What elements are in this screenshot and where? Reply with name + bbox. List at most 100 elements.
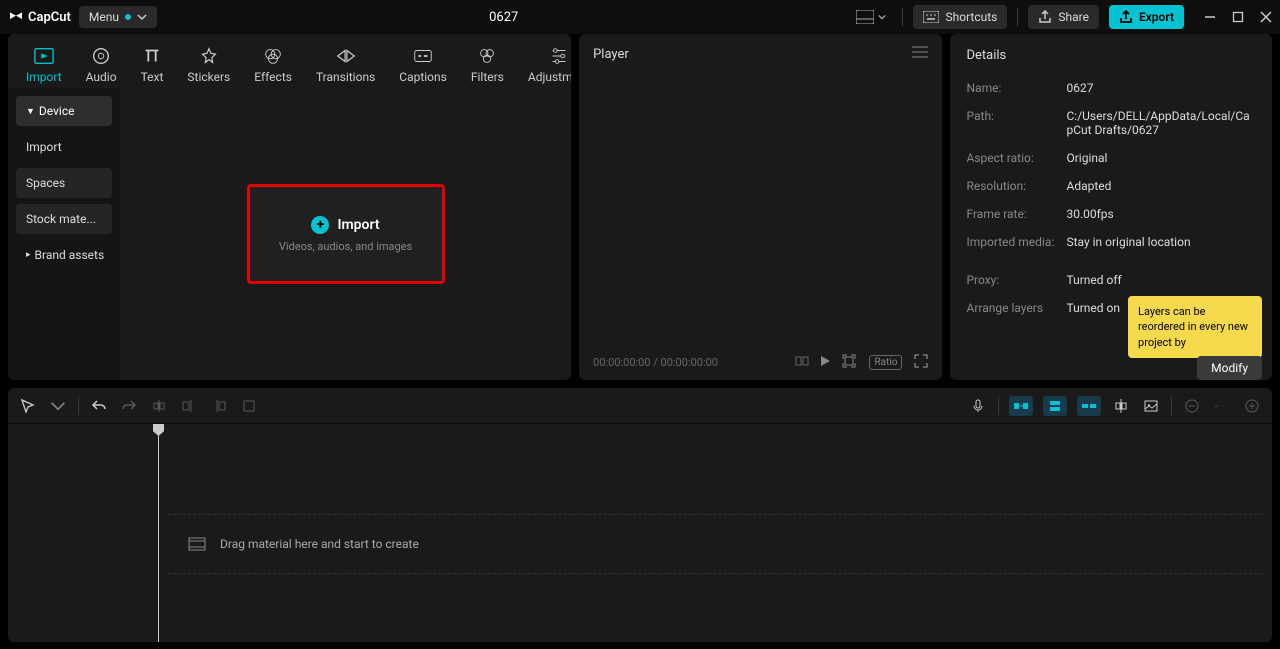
film-icon bbox=[188, 537, 206, 551]
import-area: + Import Videos, audios, and images bbox=[120, 88, 571, 380]
effects-icon bbox=[262, 46, 284, 66]
modify-button[interactable]: Modify bbox=[1197, 356, 1262, 380]
detail-row-name: Name:0627 bbox=[966, 81, 1256, 95]
import-label-row: + Import bbox=[311, 216, 379, 234]
player-controls: 00:00:00:00 / 00:00:00:00 Ratio bbox=[579, 345, 942, 380]
sidebar-item-spaces[interactable]: Spaces bbox=[16, 168, 112, 198]
detail-row-resolution: Resolution:Adapted bbox=[966, 179, 1256, 193]
pointer-dropdown[interactable] bbox=[48, 396, 68, 416]
linkage-button[interactable] bbox=[1077, 396, 1101, 416]
project-title: 0627 bbox=[165, 10, 842, 25]
undo-button[interactable] bbox=[89, 396, 109, 416]
sidebar-item-import[interactable]: Import bbox=[16, 132, 112, 162]
detail-row-imported: Imported media:Stay in original location bbox=[966, 235, 1256, 249]
layout-button[interactable] bbox=[850, 6, 892, 28]
split-button[interactable] bbox=[149, 396, 169, 416]
layers-tooltip: Layers can be reordered in every new pro… bbox=[1128, 296, 1262, 358]
delete-left-button[interactable] bbox=[179, 396, 199, 416]
chevron-down-icon bbox=[878, 13, 886, 21]
tab-audio[interactable]: Audio bbox=[78, 42, 125, 88]
media-sidebar: ▼Device Import Spaces Stock mate... ▸Bra… bbox=[8, 88, 120, 380]
titlebar: CapCut Menu 0627 Shortcuts Share Export bbox=[0, 0, 1280, 34]
capcut-icon bbox=[8, 9, 24, 25]
plus-icon: + bbox=[311, 216, 329, 234]
sidebar-item-brand[interactable]: ▸Brand assets bbox=[16, 240, 112, 270]
export-button[interactable]: Export bbox=[1109, 5, 1184, 29]
detail-row-proxy: Proxy:Turned off bbox=[966, 273, 1256, 287]
import-icon bbox=[33, 46, 55, 66]
adjustment-icon bbox=[548, 46, 570, 66]
tab-stickers[interactable]: Stickers bbox=[179, 42, 238, 88]
menu-indicator-dot bbox=[125, 14, 131, 20]
export-icon bbox=[1119, 10, 1133, 24]
compare-button[interactable] bbox=[795, 354, 809, 371]
empty-track[interactable]: Drag material here and start to create bbox=[168, 514, 1262, 574]
player-panel: Player 00:00:00:00 / 00:00:00:00 Ratio bbox=[579, 34, 942, 380]
magnet-track-button[interactable] bbox=[1043, 396, 1067, 416]
zoom-out-button[interactable] bbox=[1182, 396, 1202, 416]
divider bbox=[1017, 8, 1018, 26]
detail-row-path: Path:C:/Users/DELL/AppData/Local/CapCut … bbox=[966, 109, 1256, 137]
crop-button[interactable] bbox=[239, 396, 259, 416]
detail-row-framerate: Frame rate:30.00fps bbox=[966, 207, 1256, 221]
voiceover-button[interactable] bbox=[968, 396, 988, 416]
zoom-in-button[interactable] bbox=[1242, 396, 1262, 416]
logo-text: CapCut bbox=[28, 10, 71, 25]
tab-effects[interactable]: Effects bbox=[246, 42, 300, 88]
fullscreen-button[interactable] bbox=[914, 354, 928, 371]
shortcuts-button[interactable]: Shortcuts bbox=[913, 5, 1007, 29]
divider bbox=[998, 397, 999, 415]
import-dropzone[interactable]: + Import Videos, audios, and images bbox=[247, 184, 445, 284]
zoom-slider[interactable] bbox=[1212, 396, 1232, 416]
import-subtext: Videos, audios, and images bbox=[279, 240, 412, 253]
tab-transitions[interactable]: Transitions bbox=[308, 42, 383, 88]
cover-button[interactable] bbox=[1141, 396, 1161, 416]
toolbar-right bbox=[968, 396, 1262, 416]
player-right-icons: Ratio bbox=[841, 353, 928, 372]
time-display: 00:00:00:00 / 00:00:00:00 bbox=[593, 356, 785, 369]
play-button[interactable] bbox=[819, 355, 831, 370]
preview-axis-button[interactable] bbox=[1111, 396, 1131, 416]
player-menu-button[interactable] bbox=[912, 46, 928, 62]
workspace: Import Audio Text Stickers Effects Trans… bbox=[0, 34, 1280, 380]
playhead[interactable] bbox=[158, 424, 159, 642]
window-controls bbox=[1204, 11, 1272, 23]
divider bbox=[1171, 397, 1172, 415]
captions-icon bbox=[412, 46, 434, 66]
keyboard-icon bbox=[923, 11, 939, 23]
tab-label: Audio bbox=[86, 70, 117, 84]
tab-label: Import bbox=[26, 70, 62, 84]
drag-hint: Drag material here and start to create bbox=[168, 537, 1262, 551]
timeline-tracks[interactable]: Drag material here and start to create bbox=[8, 424, 1272, 642]
share-icon bbox=[1038, 10, 1052, 24]
tab-label: Captions bbox=[399, 70, 447, 84]
minimize-button[interactable] bbox=[1204, 11, 1216, 23]
filters-icon bbox=[476, 46, 498, 66]
shortcuts-label: Shortcuts bbox=[945, 10, 997, 24]
menu-button[interactable]: Menu bbox=[79, 6, 157, 28]
delete-right-button[interactable] bbox=[209, 396, 229, 416]
timeline-panel: Drag material here and start to create bbox=[8, 388, 1272, 642]
tab-import[interactable]: Import bbox=[18, 42, 70, 88]
chevron-down-icon bbox=[137, 12, 147, 22]
media-body: ▼Device Import Spaces Stock mate... ▸Bra… bbox=[8, 88, 571, 380]
tab-filters[interactable]: Filters bbox=[463, 42, 512, 88]
text-icon bbox=[141, 46, 163, 66]
magnet-main-button[interactable] bbox=[1009, 396, 1033, 416]
close-button[interactable] bbox=[1260, 11, 1272, 23]
scale-button[interactable] bbox=[841, 353, 857, 372]
tab-label: Effects bbox=[254, 70, 292, 84]
pointer-tool[interactable] bbox=[18, 396, 38, 416]
maximize-button[interactable] bbox=[1232, 11, 1244, 23]
player-viewport[interactable] bbox=[579, 74, 942, 345]
sidebar-item-device[interactable]: ▼Device bbox=[16, 96, 112, 126]
export-label: Export bbox=[1139, 10, 1174, 24]
sidebar-item-stock[interactable]: Stock mate... bbox=[16, 204, 112, 234]
tab-captions[interactable]: Captions bbox=[391, 42, 455, 88]
share-button[interactable]: Share bbox=[1028, 5, 1099, 29]
media-tabs: Import Audio Text Stickers Effects Trans… bbox=[8, 34, 571, 88]
tab-adjustment[interactable]: Adjustment bbox=[520, 42, 571, 88]
tab-text[interactable]: Text bbox=[133, 42, 172, 88]
ratio-button[interactable]: Ratio bbox=[869, 355, 902, 370]
redo-button[interactable] bbox=[119, 396, 139, 416]
